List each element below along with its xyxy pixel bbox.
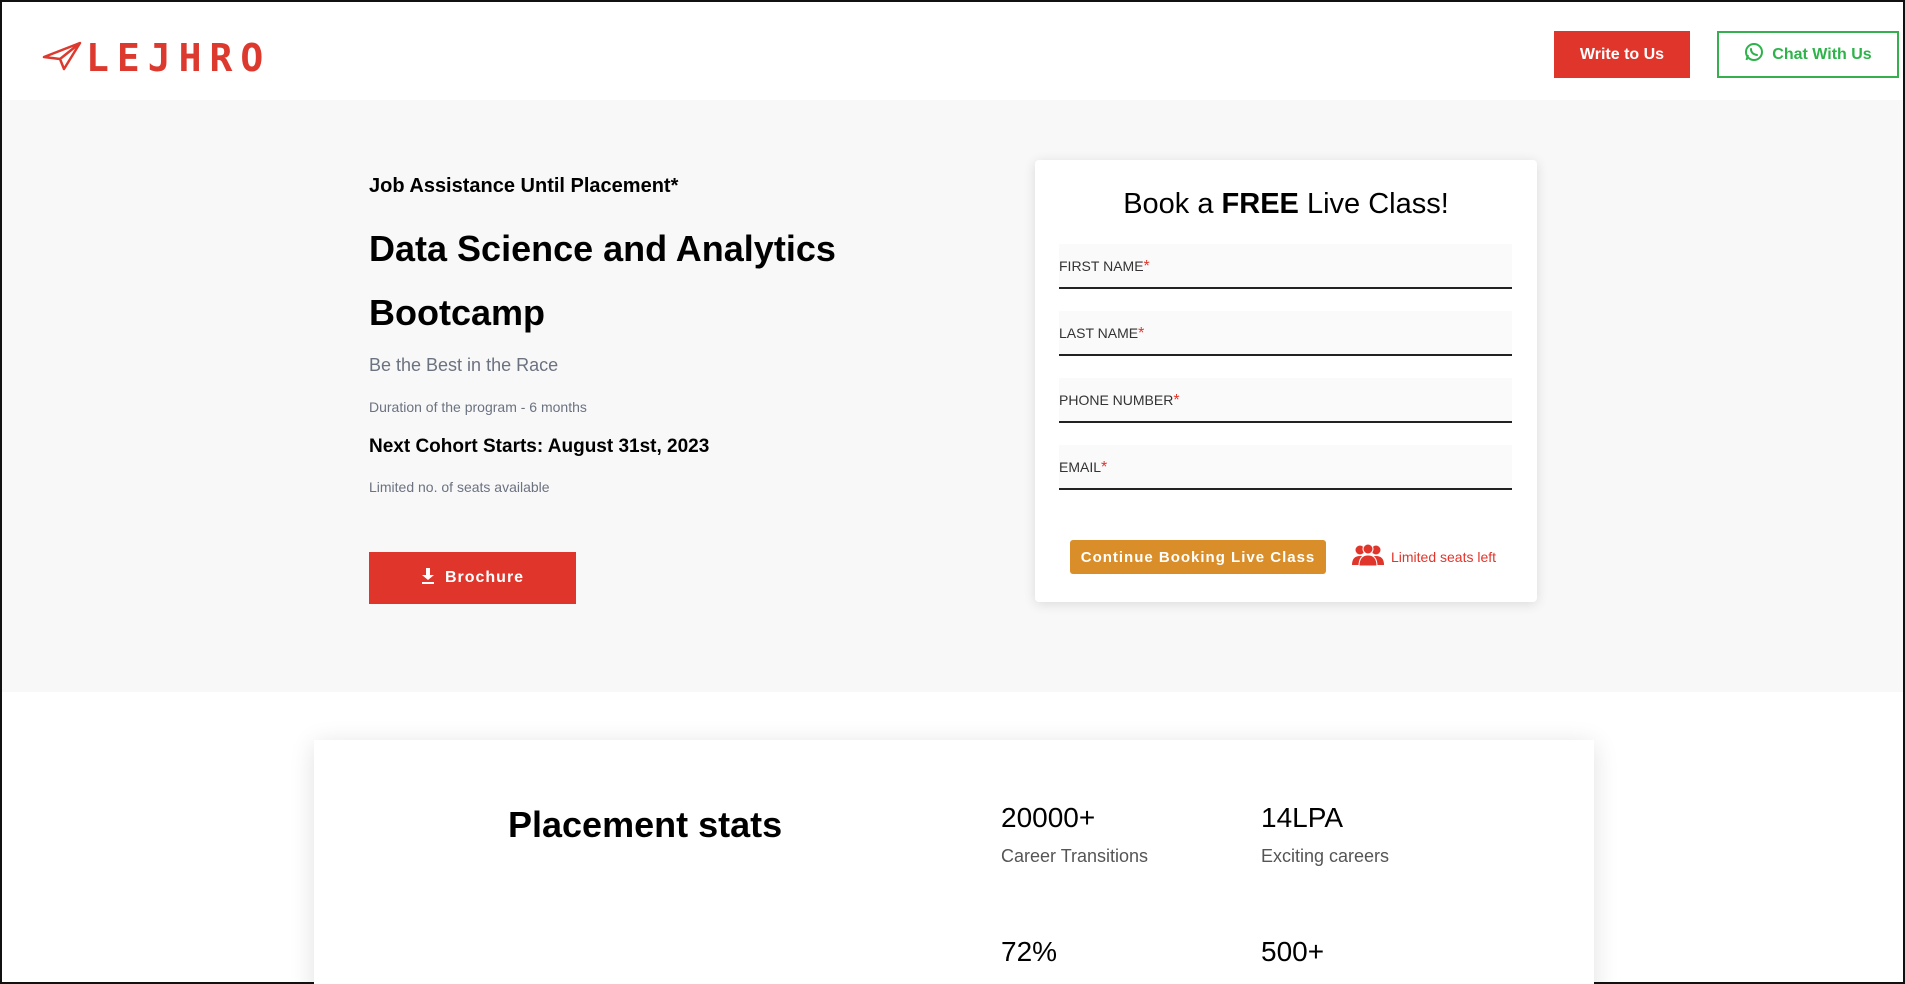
- chat-button-label: Chat With Us: [1772, 45, 1872, 63]
- stats-heading: Placement stats: [508, 804, 783, 845]
- first-name-field[interactable]: FIRST NAME*: [1059, 244, 1512, 289]
- users-group-icon: [1351, 543, 1385, 569]
- site-header: LEJHRO Write to Us Chat With Us: [2, 2, 1903, 100]
- paper-plane-icon: [42, 41, 82, 76]
- email-input[interactable]: [1059, 445, 1512, 488]
- last-name-field[interactable]: LAST NAME*: [1059, 311, 1512, 356]
- subtitle: Be the Best in the Race: [369, 355, 559, 375]
- stat-value: 72%: [1001, 936, 1058, 967]
- stat-value: 14LPA: [1261, 802, 1343, 833]
- stat-value: 20000+: [1001, 802, 1096, 833]
- email-field[interactable]: EMAIL*: [1059, 445, 1512, 490]
- stat-percentage: 72%: [1001, 936, 1057, 968]
- booking-form: Book a FREE Live Class! FIRST NAME* LAST…: [1035, 160, 1537, 602]
- brochure-button[interactable]: Brochure: [369, 552, 576, 604]
- logo-text: LEJHRO: [86, 36, 272, 80]
- limited-seats-indicator: Limited seats left: [1351, 543, 1497, 569]
- form-title: Book a FREE Live Class!: [1123, 188, 1449, 220]
- brochure-label: Brochure: [444, 569, 525, 586]
- stat-career-transitions: 20000+ Career Transitions: [1001, 802, 1148, 867]
- stat-exciting-careers: 14LPA Exciting careers: [1261, 802, 1389, 867]
- continue-booking-button[interactable]: Continue Booking Live Class: [1070, 540, 1326, 574]
- hero-section: Job Assistance Until Placement* Data Sci…: [2, 100, 1903, 692]
- chat-with-us-button[interactable]: Chat With Us: [1717, 31, 1899, 78]
- program-duration: Duration of the program - 6 months: [369, 399, 587, 415]
- stat-value: 500+: [1261, 936, 1325, 967]
- course-title: Data Science and Analytics Bootcamp: [369, 228, 836, 333]
- cohort-start: Next Cohort Starts: August 31st, 2023: [369, 436, 710, 457]
- limited-seats-text: Limited seats left: [1391, 548, 1497, 565]
- phone-number-input[interactable]: [1059, 378, 1512, 421]
- phone-number-field[interactable]: PHONE NUMBER*: [1059, 378, 1512, 423]
- download-icon: [421, 567, 435, 589]
- stat-count: 500+: [1261, 936, 1324, 968]
- whatsapp-icon: [1744, 42, 1764, 67]
- first-name-input[interactable]: [1059, 244, 1512, 287]
- placement-stats-card: Placement stats 20000+ Career Transition…: [314, 740, 1594, 984]
- last-name-input[interactable]: [1059, 311, 1512, 354]
- stat-label: Exciting careers: [1261, 846, 1390, 866]
- tagline: Job Assistance Until Placement*: [369, 175, 679, 197]
- logo[interactable]: LEJHRO: [42, 38, 271, 78]
- seats-note: Limited no. of seats available: [369, 479, 550, 495]
- write-to-us-button[interactable]: Write to Us: [1554, 31, 1690, 78]
- stat-label: Career Transitions: [1001, 846, 1149, 866]
